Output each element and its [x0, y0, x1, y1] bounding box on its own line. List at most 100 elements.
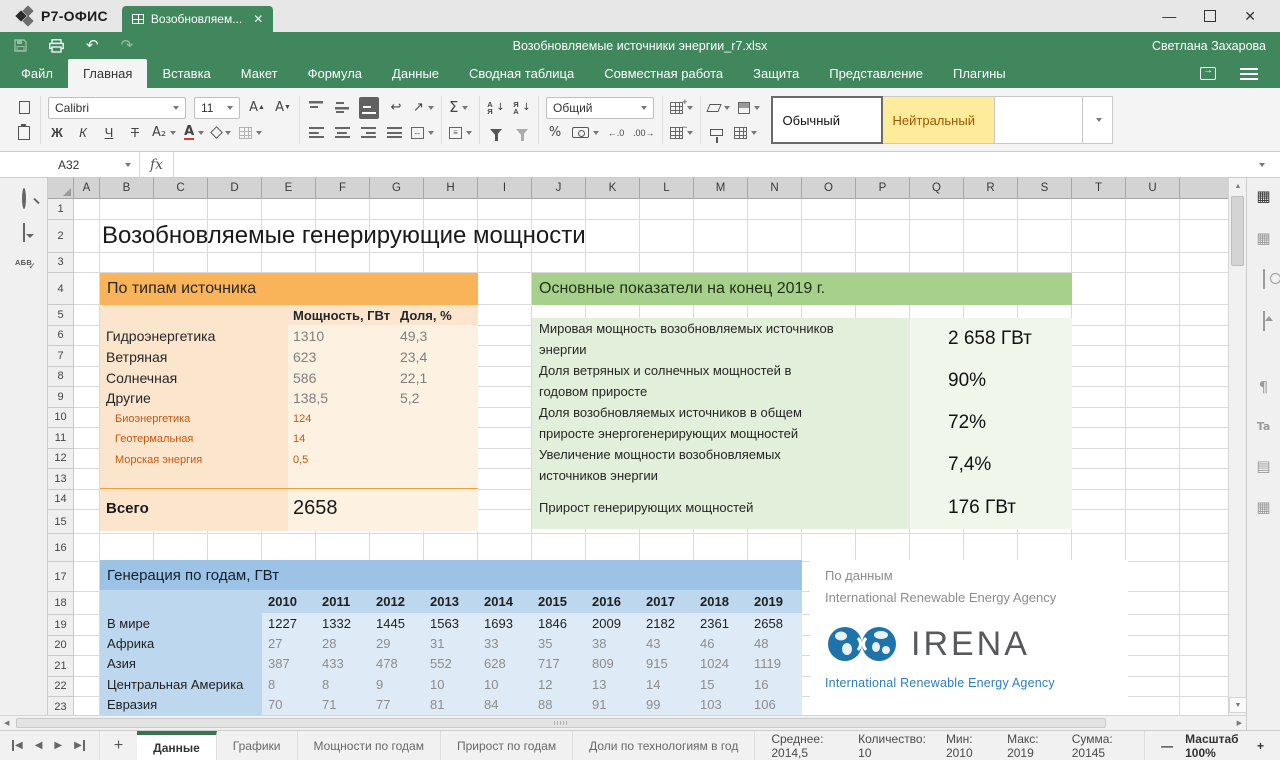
last-sheet-icon[interactable]: ▶ [74, 740, 85, 751]
user-name[interactable]: Светлана Захарова [1152, 39, 1266, 53]
row-header[interactable]: 17 [48, 562, 74, 592]
close-button[interactable]: ✕ [1244, 9, 1256, 23]
row-header[interactable]: 19 [48, 615, 74, 636]
column-header[interactable]: K [586, 178, 640, 199]
row-header[interactable]: 21 [48, 656, 74, 677]
spellcheck-icon[interactable]: АБВ✓ [15, 258, 32, 267]
column-header[interactable]: R [964, 178, 1018, 199]
sort-descending-button[interactable]: ЯА↓ [513, 97, 531, 119]
scroll-down-icon[interactable]: ▼ [1229, 697, 1247, 713]
previous-sheet-icon[interactable]: ◀ [35, 740, 43, 751]
row-header[interactable]: 7 [48, 346, 74, 367]
row-header[interactable]: 12 [48, 449, 74, 470]
sheet-tab[interactable]: Мощности по годам [298, 731, 441, 760]
font-size-select[interactable]: 11 [194, 97, 240, 119]
row-header[interactable]: 10 [48, 408, 74, 429]
sheet-tab[interactable]: Данные [137, 731, 217, 760]
column-header[interactable]: N [748, 178, 802, 199]
open-file-location-icon[interactable] [1200, 67, 1216, 80]
textart-settings-icon[interactable]: Ta [1257, 421, 1271, 433]
merge-cells-button[interactable]: ↔ [411, 122, 434, 144]
scroll-left-icon[interactable]: ◀ [4, 716, 9, 730]
bold-button[interactable]: Ж [48, 122, 66, 144]
decrease-decimal-button[interactable]: ←.0 [607, 122, 625, 144]
column-header[interactable]: D [208, 178, 262, 199]
undo-icon[interactable]: ↶ [86, 38, 99, 53]
select-all-corner[interactable] [48, 178, 74, 199]
wrap-text-button[interactable]: ↩ [387, 97, 405, 119]
row-header[interactable]: 18 [48, 592, 74, 615]
justify-button[interactable] [385, 122, 403, 144]
ribbon-tab[interactable]: Макет [226, 59, 293, 88]
column-header[interactable]: E [262, 178, 316, 199]
underline-button[interactable]: Ч [100, 122, 118, 144]
ribbon-tab[interactable]: Данные [377, 59, 454, 88]
column-header[interactable]: H [424, 178, 478, 199]
copy-button[interactable] [15, 97, 33, 119]
cell-style-neutral[interactable]: Нейтральный [883, 96, 995, 144]
cell-name-box[interactable]: A32 [48, 152, 140, 177]
view-settings-icon[interactable] [1240, 68, 1258, 80]
orientation-button[interactable]: ↗ [413, 97, 434, 119]
table-settings-icon[interactable]: ▦ [1256, 230, 1270, 247]
print-icon[interactable] [49, 39, 64, 53]
column-header[interactable]: P [856, 178, 910, 199]
ribbon-tab[interactable]: Вставка [147, 59, 225, 88]
number-format-select[interactable]: Общий [546, 97, 654, 119]
row-header[interactable]: 4 [48, 273, 74, 305]
styles-gallery-expand-button[interactable] [1083, 96, 1113, 144]
paragraph-settings-icon[interactable]: ¶ [1259, 379, 1269, 396]
cell-style-normal[interactable]: Обычный [771, 96, 883, 144]
strikethrough-button[interactable]: Ŧ [126, 122, 144, 144]
expand-formula-bar-button[interactable] [1240, 152, 1280, 177]
scroll-right-icon[interactable]: ▶ [1237, 716, 1242, 730]
ribbon-tab[interactable]: Главная [68, 59, 147, 88]
horizontal-scroll-thumb[interactable] [16, 718, 1106, 728]
add-sheet-button[interactable]: + [99, 731, 137, 760]
italic-button[interactable]: К [74, 122, 92, 144]
sort-ascending-button[interactable]: АЯ↓ [487, 97, 505, 119]
row-header[interactable]: 3 [48, 253, 74, 274]
ribbon-tab[interactable]: Совместная работа [589, 59, 738, 88]
subscript-button[interactable]: A₂ [152, 122, 176, 144]
row-header[interactable]: 1 [48, 199, 74, 220]
percent-style-button[interactable]: % [546, 122, 564, 144]
column-header[interactable]: J [532, 178, 586, 199]
clear-filter-button[interactable] [513, 122, 531, 144]
filter-button[interactable] [487, 122, 505, 144]
scroll-up-icon[interactable]: ▲ [1229, 178, 1247, 194]
next-sheet-icon[interactable]: ▶ [54, 740, 62, 751]
row-header[interactable]: 16 [48, 534, 74, 562]
align-left-button[interactable] [307, 122, 325, 144]
row-header[interactable]: 15 [48, 510, 74, 534]
currency-style-button[interactable] [572, 122, 599, 144]
ribbon-tab[interactable]: Плагины [938, 59, 1021, 88]
column-header[interactable]: M [694, 178, 748, 199]
zoom-in-button[interactable]: + [1257, 739, 1264, 753]
row-header[interactable]: 9 [48, 387, 74, 408]
column-header[interactable]: G [370, 178, 424, 199]
column-header[interactable]: U [1126, 178, 1180, 199]
column-header[interactable]: O [802, 178, 856, 199]
shape-settings-icon[interactable] [1263, 271, 1265, 288]
column-header[interactable]: I [478, 178, 532, 199]
document-tab-close-icon[interactable]: ✕ [253, 12, 263, 26]
ribbon-tab[interactable]: Защита [738, 59, 814, 88]
insert-function-button[interactable]: fx [140, 152, 174, 177]
vertical-scrollbar[interactable]: ▲ ▼ [1228, 178, 1246, 715]
redo-icon[interactable]: ↷ [121, 38, 134, 53]
image-settings-icon[interactable] [1263, 313, 1265, 330]
decrease-font-button[interactable]: A▼ [274, 97, 292, 119]
cell-settings-icon[interactable]: ▦ [1256, 188, 1270, 205]
ribbon-tab[interactable]: Представление [814, 59, 938, 88]
search-icon[interactable] [22, 190, 26, 208]
clear-button[interactable] [708, 97, 730, 119]
format-as-table-button[interactable] [734, 122, 757, 144]
font-name-select[interactable]: Calibri [48, 97, 186, 119]
column-header[interactable]: Q [910, 178, 964, 199]
comments-icon[interactable] [23, 224, 25, 242]
align-middle-button[interactable] [333, 97, 351, 119]
sheet-tab[interactable]: Прирост по годам [441, 731, 573, 760]
increase-decimal-button[interactable]: .00→ [633, 122, 655, 144]
align-center-button[interactable] [333, 122, 351, 144]
